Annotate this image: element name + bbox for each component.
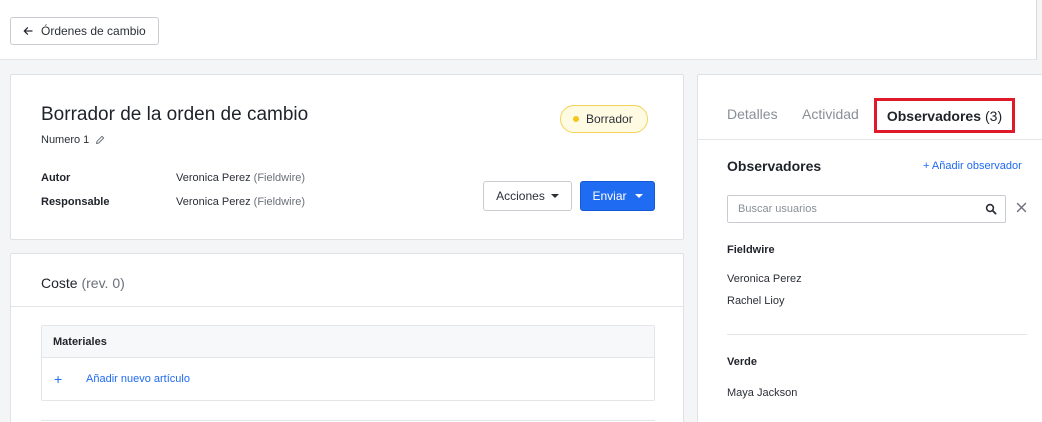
top-bar: Órdenes de cambio bbox=[0, 0, 1036, 60]
author-label: Autor bbox=[41, 172, 71, 184]
tab-observers[interactable]: Observadores (3) bbox=[874, 98, 1015, 133]
search-users-field[interactable] bbox=[727, 195, 1006, 223]
observer-item: Maya Jackson bbox=[727, 387, 798, 399]
assignee-org: (Fieldwire) bbox=[253, 196, 306, 208]
cost-revision: (rev. 0) bbox=[81, 275, 125, 291]
status-dot-icon bbox=[573, 116, 579, 122]
caret-down-icon bbox=[550, 194, 559, 198]
tab-observers-count: (3) bbox=[985, 107, 1003, 124]
observer-group-verde: Verde bbox=[727, 356, 757, 368]
divider bbox=[41, 420, 655, 421]
author-org: (Fieldwire) bbox=[253, 172, 306, 184]
side-tabs: Detalles Actividad Observadores (3) bbox=[698, 75, 1042, 133]
tab-details[interactable]: Detalles bbox=[727, 106, 778, 122]
close-icon[interactable] bbox=[1016, 202, 1027, 213]
add-observer-link[interactable]: + Añadir observador bbox=[923, 160, 1022, 172]
observer-group-fieldwire: Fieldwire bbox=[727, 244, 775, 256]
pencil-icon[interactable] bbox=[95, 135, 105, 145]
assignee-name: Veronica Perez bbox=[176, 196, 251, 208]
topbar-edge bbox=[1036, 0, 1037, 60]
change-order-header-card: Borrador de la orden de cambio Numero 1 … bbox=[10, 74, 684, 240]
add-new-item-button[interactable]: + Añadir nuevo artículo bbox=[42, 358, 654, 400]
cost-title-text: Coste bbox=[41, 275, 78, 291]
caret-down-icon bbox=[634, 194, 643, 198]
observers-title: Observadores bbox=[727, 158, 822, 174]
cost-card: Coste (rev. 0) Materiales + Añadir nuevo… bbox=[10, 253, 684, 422]
tab-observers-label: Observadores bbox=[886, 107, 982, 124]
author-value: Veronica Perez (Fieldwire) bbox=[176, 172, 305, 184]
search-users-input[interactable] bbox=[728, 196, 978, 222]
author-name: Veronica Perez bbox=[176, 172, 251, 184]
actions-label: Acciones bbox=[496, 189, 545, 203]
divider bbox=[698, 139, 1042, 140]
materials-header: Materiales bbox=[42, 326, 654, 358]
number-label: Numero 1 bbox=[41, 134, 90, 146]
page-title: Borrador de la orden de cambio bbox=[41, 104, 309, 125]
materials-table: Materiales + Añadir nuevo artículo bbox=[41, 325, 655, 401]
observer-item: Veronica Perez bbox=[727, 273, 802, 285]
side-panel: Detalles Actividad Observadores (3) Obse… bbox=[697, 74, 1042, 422]
send-dropdown-button[interactable]: Enviar bbox=[580, 181, 655, 211]
plus-icon: + bbox=[54, 371, 63, 387]
divider bbox=[727, 334, 1027, 335]
assignee-label: Responsable bbox=[41, 196, 110, 208]
change-order-number: Numero 1 bbox=[41, 134, 105, 146]
add-new-item-label: Añadir nuevo artículo bbox=[86, 373, 190, 385]
actions-dropdown-button[interactable]: Acciones bbox=[483, 181, 572, 211]
status-badge: Borrador bbox=[560, 105, 648, 133]
tab-activity[interactable]: Actividad bbox=[802, 106, 859, 122]
observer-item: Rachel Lioy bbox=[727, 295, 785, 307]
back-button-label: Órdenes de cambio bbox=[41, 24, 146, 38]
search-icon[interactable] bbox=[985, 203, 997, 215]
send-label: Enviar bbox=[592, 189, 627, 203]
back-to-change-orders-button[interactable]: Órdenes de cambio bbox=[10, 17, 159, 45]
arrow-left-icon bbox=[23, 27, 33, 35]
assignee-value: Veronica Perez (Fieldwire) bbox=[176, 196, 305, 208]
cost-title: Coste (rev. 0) bbox=[41, 275, 125, 291]
divider bbox=[11, 306, 683, 307]
status-label: Borrador bbox=[586, 112, 633, 126]
